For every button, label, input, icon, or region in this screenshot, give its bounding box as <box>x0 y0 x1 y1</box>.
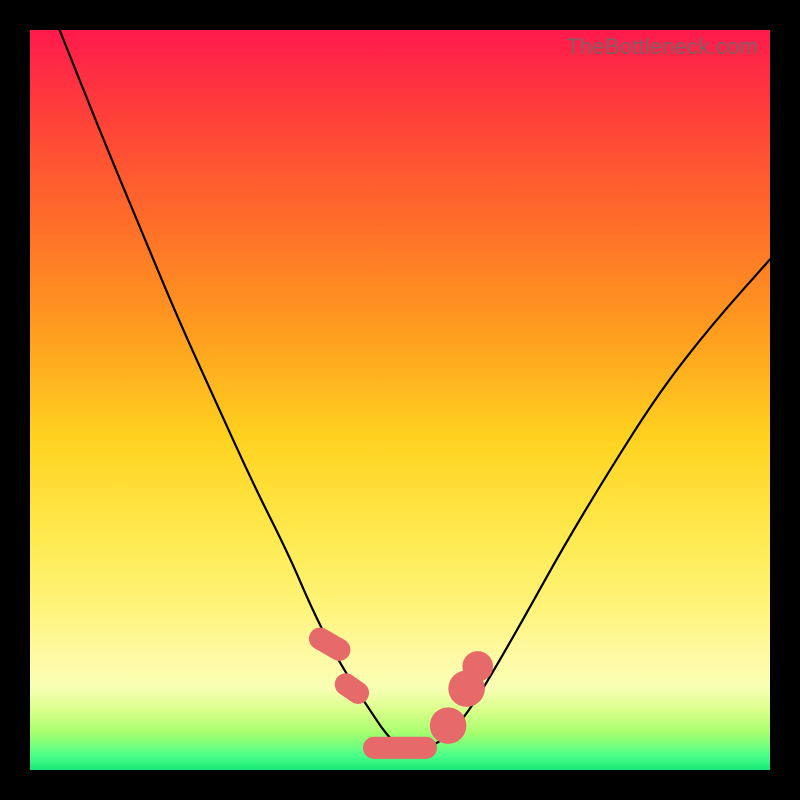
curve-markers <box>305 623 493 758</box>
curve-marker-dot <box>430 707 467 744</box>
curve-marker-dot <box>462 651 493 682</box>
plot-area: TheBottleneck.com <box>30 30 770 770</box>
curve-marker-pill <box>363 737 437 759</box>
bottleneck-curve <box>60 30 770 748</box>
chart-frame: TheBottleneck.com <box>0 0 800 800</box>
chart-svg <box>30 30 770 770</box>
curve-marker-pill <box>330 669 373 708</box>
curve-marker-pill <box>305 623 355 664</box>
